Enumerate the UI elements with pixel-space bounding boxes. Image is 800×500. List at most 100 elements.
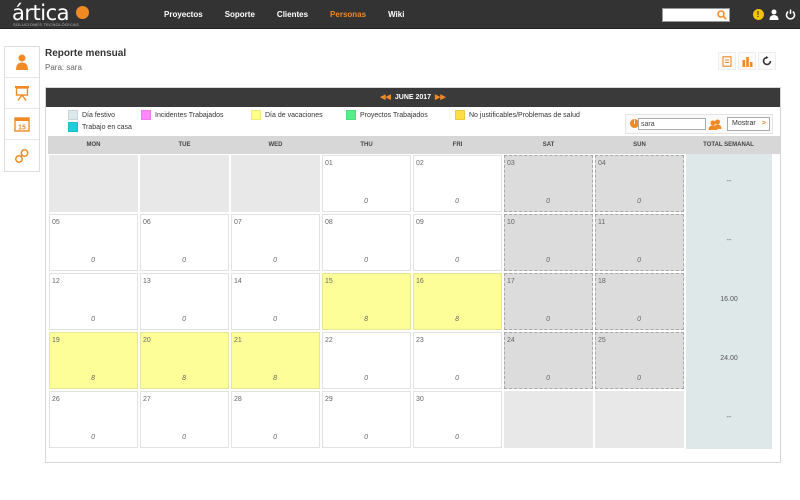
calendar-empty-cell xyxy=(231,155,320,212)
next-month-button[interactable]: ▶▶ xyxy=(435,94,446,101)
alert-icon[interactable]: ! xyxy=(752,7,764,21)
day-hours: 0 xyxy=(273,257,277,264)
header-wed: WED xyxy=(268,142,283,148)
calendar-day-cell[interactable]: 15 8 xyxy=(322,273,411,330)
calendar-day-cell[interactable]: 07 0 xyxy=(231,214,320,271)
nav-soporte[interactable]: Soporte xyxy=(225,0,255,29)
user-icon[interactable] xyxy=(768,7,780,21)
calendar-day-cell[interactable]: 17 0 xyxy=(504,273,593,330)
calendar-day-cell[interactable]: 28 0 xyxy=(231,391,320,448)
calendar-day-cell[interactable]: 01 0 xyxy=(322,155,411,212)
calendar-day-cell[interactable]: 27 0 xyxy=(140,391,229,448)
calendar-day-cell[interactable]: 04 0 xyxy=(595,155,684,212)
day-hours: 0 xyxy=(546,257,550,264)
header-fri: FRI xyxy=(452,142,463,148)
legend-item-festivo: Día festivo xyxy=(68,110,115,120)
power-icon[interactable] xyxy=(784,7,796,21)
sidebar-item-calendar[interactable]: 15 xyxy=(5,109,39,140)
weekly-total-cell: 16.00 xyxy=(686,272,772,331)
legend-item-proyectos: Proyectos Trabajados xyxy=(346,110,428,120)
legend-item-vacaciones: Día de vacaciones xyxy=(251,110,323,120)
day-hours: 0 xyxy=(182,434,186,441)
legend-swatch xyxy=(68,122,78,132)
month-label: JUNE 2017 xyxy=(394,94,432,101)
calendar-day-cell[interactable]: 19 8 xyxy=(49,332,138,389)
calendar-day-cell[interactable]: 09 0 xyxy=(413,214,502,271)
day-hours: 0 xyxy=(455,434,459,441)
legend-item-incidentes: Incidentes Trabajados xyxy=(141,110,224,120)
calendar-day-cell[interactable]: 06 0 xyxy=(140,214,229,271)
weekly-total-cell: -- xyxy=(686,390,772,449)
day-hours: 0 xyxy=(637,375,641,382)
search-input[interactable] xyxy=(662,8,730,22)
sidebar-item-presentation[interactable] xyxy=(5,78,39,109)
nav-personas[interactable]: Personas xyxy=(330,0,366,29)
sidebar-item-links[interactable] xyxy=(5,140,39,171)
calendar-day-cell[interactable]: 23 0 xyxy=(413,332,502,389)
weekly-total-value: -- xyxy=(726,178,732,185)
day-number: 03 xyxy=(507,160,515,167)
calendar-week-row: 05 0 06 0 07 0 08 0 09 0 10 0 11 0 -- xyxy=(48,213,780,272)
calendar-day-cell[interactable]: 29 0 xyxy=(322,391,411,448)
calendar-day-cell[interactable]: 05 0 xyxy=(49,214,138,271)
export-button[interactable] xyxy=(718,52,736,70)
day-hours: 0 xyxy=(91,257,95,264)
svg-text:15: 15 xyxy=(18,124,26,131)
view-options xyxy=(718,52,776,70)
day-number: 23 xyxy=(416,337,424,344)
day-number: 28 xyxy=(234,396,242,403)
day-hours: 0 xyxy=(91,316,95,323)
chart-view-button[interactable] xyxy=(738,52,756,70)
day-number: 26 xyxy=(52,396,60,403)
prev-month-button[interactable]: ◀◀ xyxy=(380,94,391,101)
left-sidebar: 15 xyxy=(4,46,40,172)
calendar-day-cell[interactable]: 21 8 xyxy=(231,332,320,389)
calendar-day-cell[interactable]: 30 0 xyxy=(413,391,502,448)
user-filter-input[interactable] xyxy=(638,118,706,130)
calendar-day-cell[interactable]: 10 0 xyxy=(504,214,593,271)
sidebar-item-person[interactable] xyxy=(5,47,39,78)
calendar-day-cell[interactable]: 20 8 xyxy=(140,332,229,389)
legend-swatch xyxy=(346,110,356,120)
nav-clientes[interactable]: Clientes xyxy=(277,0,308,29)
day-hours: 8 xyxy=(91,375,95,382)
calendar-day-cell[interactable]: 13 0 xyxy=(140,273,229,330)
day-hours: 0 xyxy=(637,316,641,323)
calendar-day-cell[interactable]: 16 8 xyxy=(413,273,502,330)
day-number: 25 xyxy=(598,337,606,344)
refresh-button[interactable] xyxy=(758,52,776,70)
mostrar-button[interactable]: Mostrar > xyxy=(727,117,770,131)
day-number: 21 xyxy=(234,337,242,344)
nav-wiki[interactable]: Wiki xyxy=(388,0,404,29)
users-group-icon[interactable] xyxy=(708,117,722,131)
calendar-day-cell[interactable]: 08 0 xyxy=(322,214,411,271)
legend-swatch xyxy=(68,110,78,120)
calendar-day-cell[interactable]: 18 0 xyxy=(595,273,684,330)
calendar-day-cell[interactable]: 03 0 xyxy=(504,155,593,212)
day-hours: 0 xyxy=(91,434,95,441)
calendar-day-cell[interactable]: 14 0 xyxy=(231,273,320,330)
calendar-day-cell[interactable]: 22 0 xyxy=(322,332,411,389)
presentation-board-icon xyxy=(15,86,29,101)
user-filter: i Mostrar > xyxy=(625,114,773,134)
calendar-day-cell[interactable]: 25 0 xyxy=(595,332,684,389)
day-hours: 0 xyxy=(182,257,186,264)
weekly-total-cell: 24.00 xyxy=(686,331,772,390)
link-icon xyxy=(15,148,29,163)
calendar-day-cell[interactable]: 24 0 xyxy=(504,332,593,389)
calendar-day-cell[interactable]: 26 0 xyxy=(49,391,138,448)
logo-subtitle: SOLUCIONES TECNOLÓGICAS xyxy=(13,22,79,27)
header-sun: SUN xyxy=(633,142,646,148)
day-hours: 0 xyxy=(273,316,277,323)
search-icon[interactable] xyxy=(717,10,727,20)
chevron-right-icon: > xyxy=(761,120,766,127)
day-number: 10 xyxy=(507,219,515,226)
calendar-day-cell[interactable]: 02 0 xyxy=(413,155,502,212)
calendar-day-cell[interactable]: 11 0 xyxy=(595,214,684,271)
nav-proyectos[interactable]: Proyectos xyxy=(164,0,203,29)
calendar-day-cell[interactable]: 12 0 xyxy=(49,273,138,330)
day-number: 20 xyxy=(143,337,151,344)
day-number: 15 xyxy=(325,278,333,285)
day-hours: 0 xyxy=(546,375,550,382)
document-icon xyxy=(722,55,732,67)
